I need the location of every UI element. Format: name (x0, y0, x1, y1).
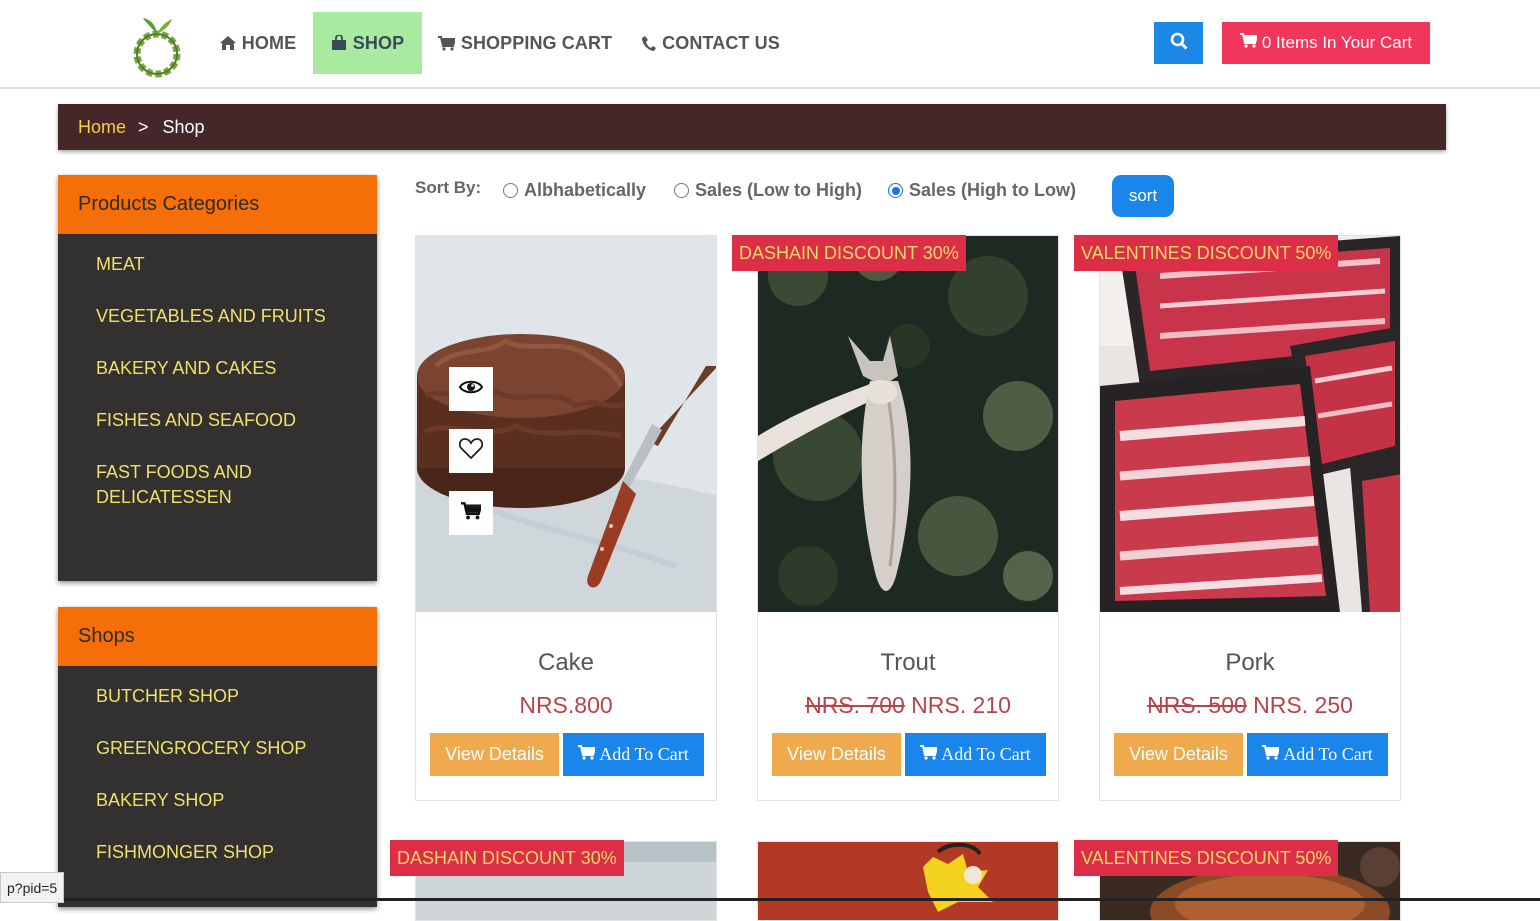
product-name: Cake (537, 649, 595, 676)
product-price: NRS. 700 NRS. 210 (758, 692, 1058, 719)
add-to-cart-button[interactable]: Add To Cart (563, 733, 704, 776)
nav-home-label: HOME (241, 32, 297, 53)
shop-link-butcher[interactable]: BUTCHER SHOP (58, 684, 377, 709)
product-card-next-2[interactable] (757, 841, 1059, 921)
shopping-cart-icon (437, 35, 455, 51)
view-details-button[interactable]: View Details (430, 733, 559, 776)
product-card-pork: Pork NRS. 500 NRS. 250 View Details Add … (1099, 235, 1401, 801)
nav-shopping-cart-label: SHOPPING CART (460, 32, 613, 53)
sort-button[interactable]: sort (1112, 175, 1174, 217)
product-current-price: NRS.800 (519, 692, 613, 718)
shops-panel-title: Shops (58, 607, 377, 666)
discount-badge: DASHAIN DISCOUNT 30% (390, 840, 624, 876)
breadcrumb-current: Shop (162, 116, 205, 137)
product-card-trout: Trout NRS. 700 NRS. 210 View Details Add… (757, 235, 1059, 801)
nav-contact-us[interactable]: CONTACT US (637, 12, 785, 74)
nav-shop[interactable]: SHOP (313, 12, 422, 74)
add-to-cart-button[interactable]: Add To Cart (1247, 733, 1388, 776)
phone-icon (642, 35, 657, 51)
shopping-cart-icon (1262, 744, 1281, 765)
site-logo[interactable] (128, 16, 186, 84)
breadcrumb: Home > Shop (58, 104, 1446, 150)
site-header: HOME SHOP SHOPPING CART CONTACT US 0 Ite… (0, 0, 1540, 89)
view-details-button[interactable]: View Details (1114, 733, 1243, 776)
radio-button[interactable] (503, 183, 518, 198)
sort-option-alphabetically[interactable]: Albhabetically (503, 180, 646, 201)
sort-option-label: Albhabetically (524, 180, 647, 200)
nav-shop-label: SHOP (352, 32, 405, 53)
view-details-button[interactable]: View Details (772, 733, 901, 776)
quick-add-to-cart-button[interactable] (449, 491, 493, 535)
shop-link-greengrocery[interactable]: GREENGROCERY SHOP (58, 736, 377, 761)
product-name: Pork (1225, 649, 1275, 676)
radio-button[interactable] (674, 183, 689, 198)
shop-link-bakery[interactable]: BAKERY SHOP (58, 788, 377, 813)
product-price: NRS. 500 NRS. 250 (1100, 692, 1400, 719)
sort-option-label: Sales (High to Low) (909, 180, 1077, 200)
radio-button-selected[interactable] (888, 183, 903, 198)
wishlist-button[interactable] (449, 429, 493, 473)
link-status-tooltip: p?pid=5 (0, 872, 65, 903)
category-link-vegetables-and-fruits[interactable]: VEGETABLES AND FRUITS (58, 304, 377, 329)
shopping-cart-icon (461, 501, 483, 525)
breadcrumb-home-link[interactable]: Home (78, 117, 126, 138)
product-image-trout[interactable] (758, 236, 1058, 612)
product-old-price: NRS. 500 (1147, 692, 1247, 718)
breadcrumb-separator: > (138, 116, 149, 137)
sort-option-low-to-high[interactable]: Sales (Low to High) (674, 180, 862, 201)
add-to-cart-label: Add To Cart (941, 744, 1031, 764)
category-link-meat[interactable]: MEAT (58, 252, 377, 277)
nav-shopping-cart[interactable]: SHOPPING CART (434, 12, 616, 74)
product-card-cake: Cake NRS.800 View Details Add To Cart (415, 235, 717, 801)
product-image-cake[interactable] (416, 236, 716, 612)
product-name: Trout (880, 649, 936, 676)
sort-label: Sort By: (415, 178, 482, 197)
search-button[interactable] (1154, 22, 1203, 64)
discount-badge: DASHAIN DISCOUNT 30% (732, 235, 966, 271)
eye-icon (458, 379, 484, 400)
shops-panel: Shops BUTCHER SHOP GREENGROCERY SHOP BAK… (58, 607, 377, 907)
add-to-cart-label: Add To Cart (599, 744, 689, 764)
add-to-cart-button[interactable]: Add To Cart (905, 733, 1046, 776)
nav-home[interactable]: HOME (212, 12, 304, 74)
sort-option-high-to-low[interactable]: Sales (High to Low) (888, 180, 1076, 201)
shopping-cart-icon (920, 744, 939, 765)
categories-panel-title: Products Categories (58, 175, 377, 234)
add-to-cart-label: Add To Cart (1283, 744, 1373, 764)
search-icon (1170, 32, 1188, 55)
heart-icon (458, 438, 484, 464)
shopping-cart-icon (1239, 33, 1259, 53)
category-link-fishes-and-seafood[interactable]: FISHES AND SEAFOOD (58, 408, 377, 433)
shop-link-fishmonger[interactable]: FISHMONGER SHOP (58, 840, 377, 865)
categories-panel: Products Categories MEAT VEGETABLES AND … (58, 175, 377, 581)
quick-view-button[interactable] (449, 367, 493, 411)
nav-contact-us-label: CONTACT US (662, 32, 780, 53)
product-price: NRS.800 (416, 692, 716, 719)
category-link-fast-foods-and-delicatessen[interactable]: FAST FOODS AND DELICATESSEN (58, 460, 324, 510)
discount-badge: VALENTINES DISCOUNT 50% (1074, 235, 1339, 271)
home-icon (219, 36, 236, 50)
discount-badge: VALENTINES DISCOUNT 50% (1074, 840, 1339, 876)
sort-option-label: Sales (Low to High) (695, 180, 863, 200)
cart-summary-label: 0 Items In Your Cart (1261, 33, 1413, 52)
product-old-price: NRS. 700 (805, 692, 905, 718)
shopping-cart-icon (578, 744, 597, 765)
category-link-bakery-and-cakes[interactable]: BAKERY AND CAKES (58, 356, 377, 381)
product-image-pork[interactable] (1100, 236, 1400, 612)
product-current-price: NRS. 210 (904, 692, 1011, 718)
product-current-price: NRS. 250 (1246, 692, 1353, 718)
cart-summary-button[interactable]: 0 Items In Your Cart (1222, 22, 1430, 64)
shopping-bag-icon (331, 35, 347, 51)
